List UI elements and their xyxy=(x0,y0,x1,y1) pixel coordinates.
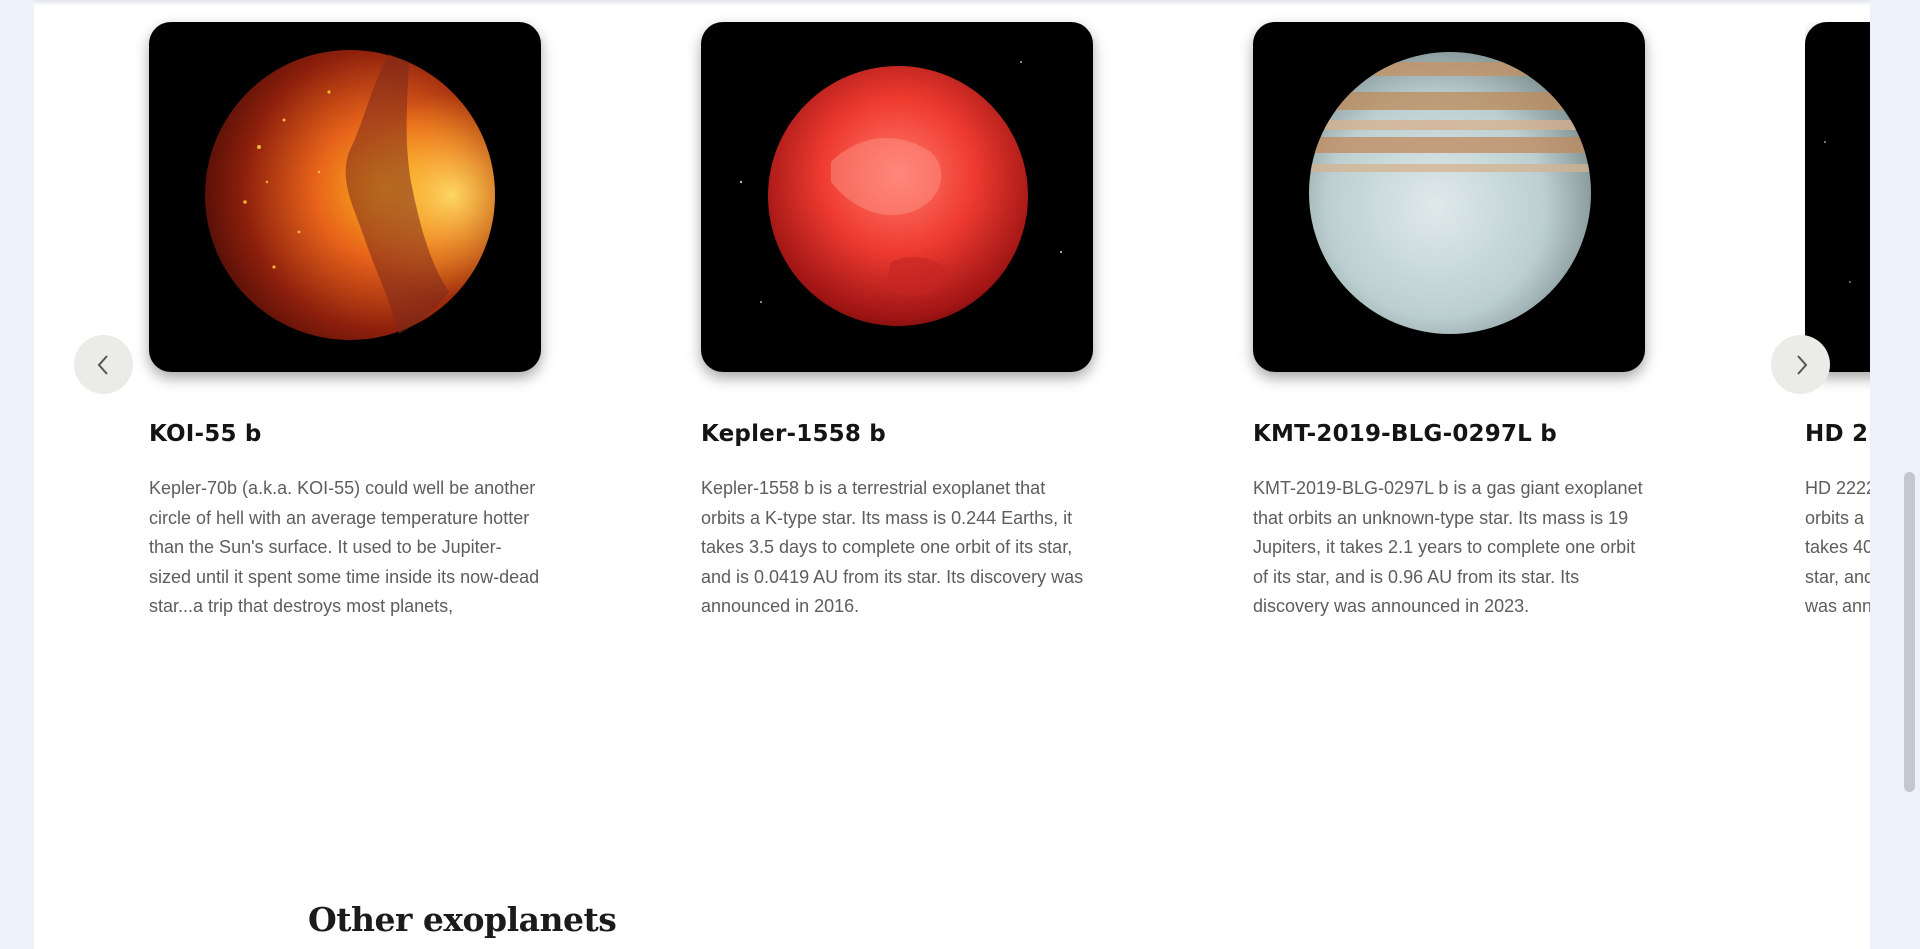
chevron-left-icon xyxy=(97,354,108,375)
desc-line: takes 40 xyxy=(1805,537,1870,558)
card-description: Kepler-1558 b is a terrestrial exoplanet… xyxy=(701,478,1084,617)
exoplanet-card[interactable]: Kepler-1558 b Kepler-1558 b is a terrest… xyxy=(701,22,1093,622)
card-description: HD 2222 orbits a takes 40 star, and was … xyxy=(1805,474,1870,622)
card-title[interactable]: Kepler-1558 b xyxy=(701,421,1093,447)
planet-image-koi-55-b[interactable] xyxy=(149,22,541,372)
card-title[interactable]: KMT-2019-BLG-0297L b xyxy=(1253,421,1645,447)
exoplanet-card[interactable]: KMT-2019-BLG-0297L b KMT-2019-BLG-0297L … xyxy=(1253,22,1645,622)
exoplanet-card[interactable]: KOI-55 b Kepler-70b (a.k.a. KOI-55) coul… xyxy=(149,22,541,622)
planet-image-kmt-2019-blg-0297l-b[interactable] xyxy=(1253,22,1645,372)
desc-line: star, and xyxy=(1805,566,1870,587)
card-title[interactable]: HD 22 xyxy=(1805,421,1870,447)
scrollbar-thumb[interactable] xyxy=(1904,472,1915,792)
exoplanet-carousel: KOI-55 b Kepler-70b (a.k.a. KOI-55) coul… xyxy=(34,0,1870,720)
page-content: KOI-55 b Kepler-70b (a.k.a. KOI-55) coul… xyxy=(34,0,1870,949)
card-description: Kepler-70b (a.k.a. KOI-55) could well be… xyxy=(149,478,540,617)
desc-line: orbits a xyxy=(1805,507,1865,528)
chevron-right-icon xyxy=(1796,354,1807,375)
planet-image-kepler-1558-b[interactable] xyxy=(701,22,1093,372)
exoplanet-card-partial[interactable]: HD 22 HD 2222 orbits a takes 40 star, an… xyxy=(1805,22,1870,622)
card-description: KMT-2019-BLG-0297L b is a gas giant exop… xyxy=(1253,478,1643,617)
carousel-prev-button[interactable] xyxy=(74,335,133,394)
desc-line: was ann xyxy=(1805,596,1870,617)
carousel-next-button[interactable] xyxy=(1771,335,1830,394)
planet-image-hd-22[interactable] xyxy=(1805,22,1870,372)
section-heading: Other exoplanets xyxy=(308,900,617,939)
desc-line: HD 2222 xyxy=(1805,478,1870,498)
card-title[interactable]: KOI-55 b xyxy=(149,421,541,447)
